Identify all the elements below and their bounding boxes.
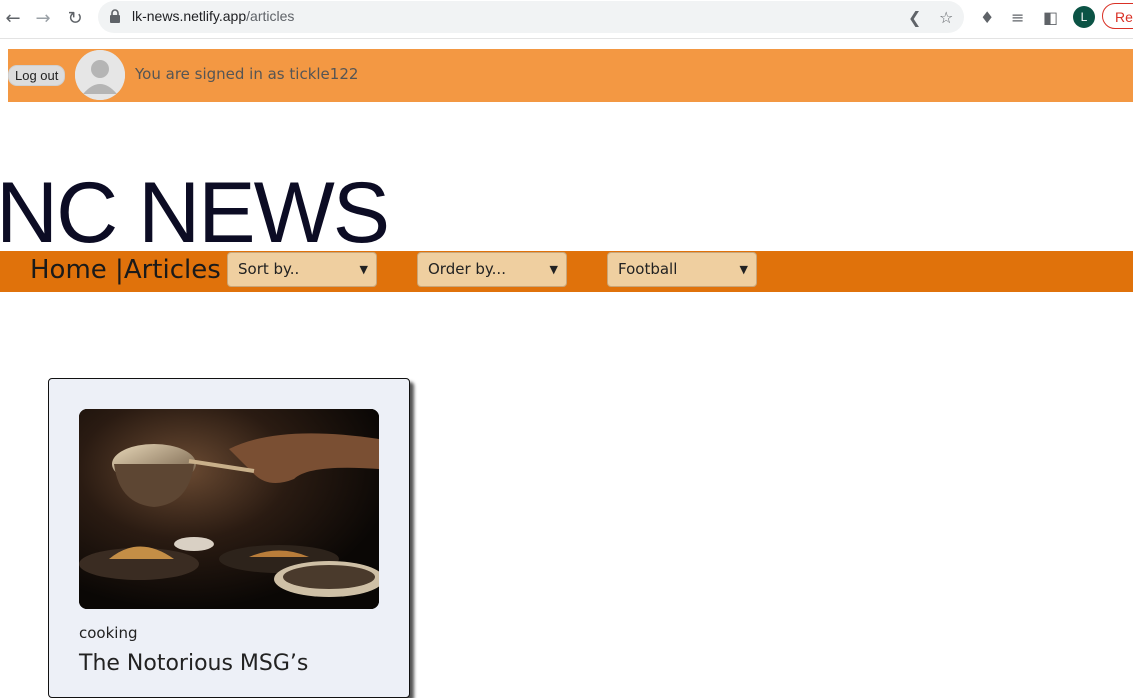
back-arrow-icon[interactable]: ←	[0, 6, 26, 32]
topic-value: Football	[618, 260, 678, 278]
bookmark-star-icon[interactable]: ☆	[939, 8, 953, 27]
logout-button[interactable]: Log out	[8, 65, 66, 86]
nav-bar: Home |Articles Sort by.. ▼ Order by... ▼…	[0, 251, 1133, 292]
order-by-select[interactable]: Order by... ▼	[417, 252, 567, 287]
sort-by-value: Sort by..	[238, 260, 300, 278]
share-icon[interactable]: ❮	[908, 8, 921, 27]
sort-by-select[interactable]: Sort by.. ▼	[227, 252, 377, 287]
reload-icon[interactable]: ↻	[62, 6, 88, 32]
site-title: NC NEWS	[0, 165, 390, 261]
cooking-photo	[79, 409, 379, 609]
profile-avatar[interactable]: L	[1073, 6, 1095, 28]
chevron-down-icon: ▼	[359, 263, 368, 276]
article-card[interactable]: cooking The Notorious MSG’s	[48, 378, 410, 698]
url-text: lk-news.netlify.app/articles	[132, 8, 295, 24]
order-by-value: Order by...	[428, 260, 506, 278]
forward-arrow-icon[interactable]: →	[30, 6, 56, 32]
signed-in-text: You are signed in as tickle122	[135, 65, 359, 83]
media-queue-icon[interactable]: ≡	[1011, 8, 1024, 27]
chevron-down-icon: ▼	[739, 263, 748, 276]
user-avatar	[75, 50, 125, 100]
nav-links: Home |Articles	[30, 255, 221, 285]
nav-articles-link[interactable]: Articles	[124, 255, 221, 285]
extensions-icon[interactable]: ♦	[980, 8, 994, 27]
relaunch-button[interactable]: Re	[1102, 3, 1133, 29]
user-placeholder-icon	[75, 50, 125, 100]
nav-home-link[interactable]: Home |	[30, 255, 124, 285]
side-panel-icon[interactable]: ◧	[1043, 8, 1058, 27]
article-image	[79, 409, 379, 609]
article-title[interactable]: The Notorious MSG’s	[79, 651, 308, 676]
lock-icon	[110, 9, 120, 23]
topic-select[interactable]: Football ▼	[607, 252, 757, 287]
chevron-down-icon: ▼	[549, 263, 558, 276]
address-bar[interactable]: lk-news.netlify.app/articles ❮ ☆	[98, 1, 964, 33]
user-bar: Log out You are signed in as tickle122	[8, 49, 1133, 102]
article-topic: cooking	[79, 624, 138, 642]
browser-toolbar: ← → ↻ lk-news.netlify.app/articles ❮ ☆ ♦…	[0, 0, 1133, 39]
